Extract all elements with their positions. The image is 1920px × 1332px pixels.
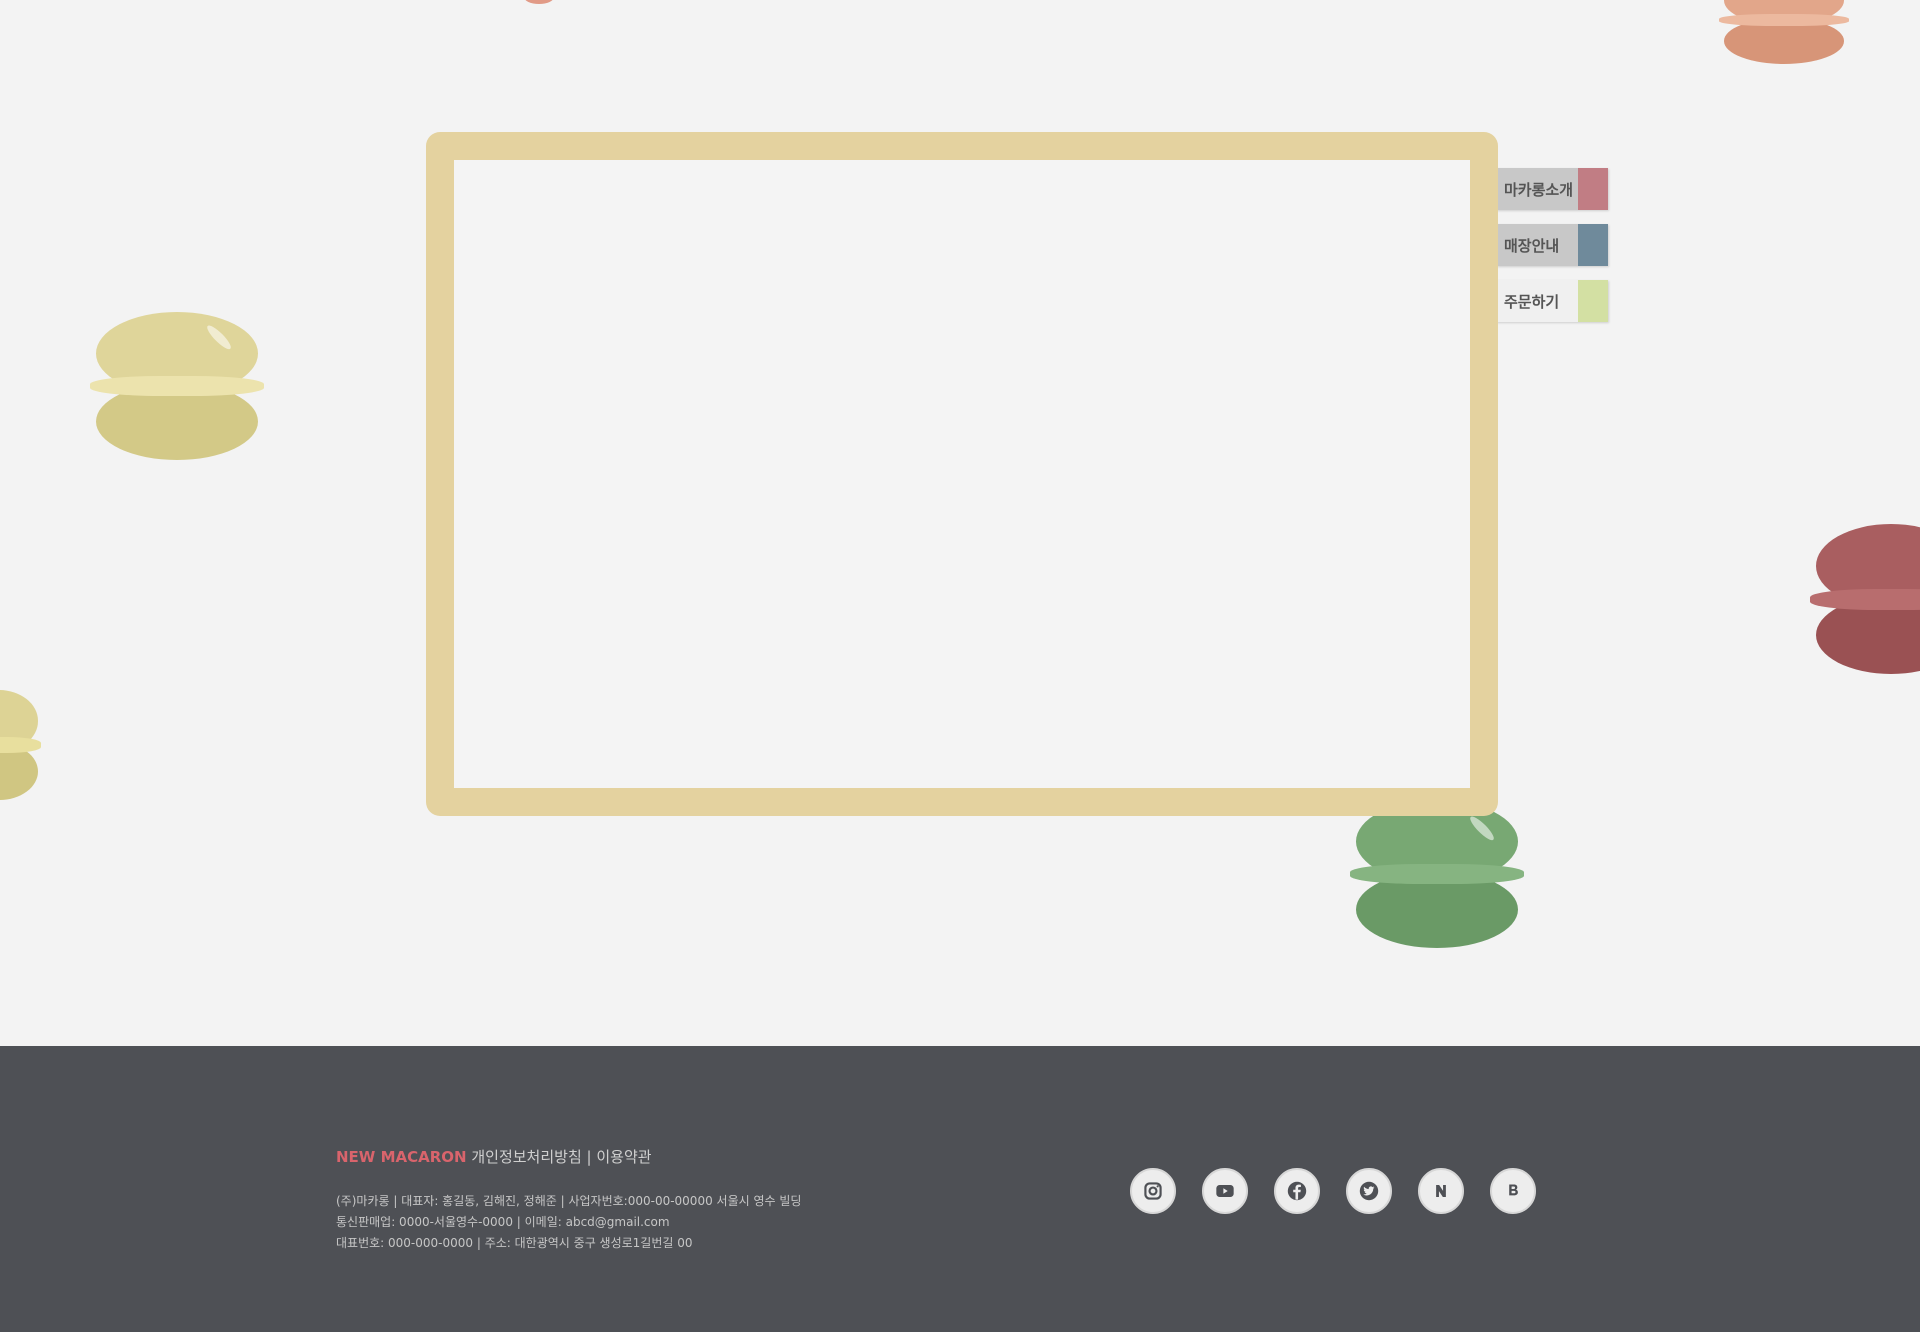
macaron-decoration-peach xyxy=(1719,0,1849,64)
footer-company-info: NEW MACARON 개인정보처리방침 | 이용약관 (주)마카롱 | 대표자… xyxy=(336,1146,896,1254)
blog-link[interactable] xyxy=(1490,1168,1536,1214)
side-tab-label: 주문하기 xyxy=(1504,292,1560,311)
instagram-link[interactable] xyxy=(1130,1168,1176,1214)
side-tab-store[interactable]: 매장안내 xyxy=(1496,224,1608,266)
youtube-icon xyxy=(1216,1185,1234,1197)
side-tab-label: 마카롱소개 xyxy=(1504,180,1574,199)
side-tab-order[interactable]: 주문하기 xyxy=(1496,280,1608,322)
naver-link[interactable] xyxy=(1418,1168,1464,1214)
footer-details: (주)마카롱 | 대표자: 홍길동, 김해진, 정해준 | 사업자번호:000-… xyxy=(336,1191,896,1254)
twitter-link[interactable] xyxy=(1346,1168,1392,1214)
macaron-decoration-yellow xyxy=(89,312,265,460)
footer-info-line: 대표번호: 000-000-0000 | 주소: 대한광역시 중구 생성로1길번… xyxy=(336,1236,693,1250)
macaron-decoration-tiny xyxy=(524,0,554,4)
side-tab-color-marker xyxy=(1578,280,1608,322)
footer-policy-links[interactable]: 개인정보처리방침 | 이용약관 xyxy=(471,1148,651,1166)
social-links xyxy=(1130,1168,1562,1214)
twitter-icon xyxy=(1359,1181,1379,1201)
blog-icon xyxy=(1509,1184,1518,1196)
site-footer: NEW MACARON 개인정보처리방침 | 이용약관 (주)마카롱 | 대표자… xyxy=(0,1046,1920,1332)
footer-brand: NEW MACARON xyxy=(336,1148,467,1166)
side-tab-list: 마카롱소개 매장안내 주문하기 xyxy=(1496,168,1608,336)
side-tab-intro[interactable]: 마카롱소개 xyxy=(1496,168,1608,210)
main-content: 마카롱소개 매장안내 주문하기 xyxy=(0,0,1920,1046)
macaron-decoration-red xyxy=(1810,524,1920,674)
footer-title: NEW MACARON 개인정보처리방침 | 이용약관 xyxy=(336,1146,896,1167)
side-tab-label: 매장안내 xyxy=(1504,236,1560,255)
side-tab-color-marker xyxy=(1578,168,1608,210)
content-board xyxy=(426,132,1498,816)
instagram-icon xyxy=(1144,1182,1162,1200)
facebook-icon xyxy=(1287,1181,1307,1201)
macaron-decoration-yellow-edge xyxy=(0,690,42,800)
footer-info-line: 통신판매업: 0000-서울영수-0000 | 이메일: abcd@gmail.… xyxy=(336,1215,670,1229)
naver-icon xyxy=(1436,1185,1446,1197)
youtube-link[interactable] xyxy=(1202,1168,1248,1214)
side-tab-color-marker xyxy=(1578,224,1608,266)
footer-info-line: (주)마카롱 | 대표자: 홍길동, 김해진, 정해준 | 사업자번호:000-… xyxy=(336,1194,802,1208)
facebook-link[interactable] xyxy=(1274,1168,1320,1214)
macaron-decoration-green xyxy=(1349,800,1525,948)
